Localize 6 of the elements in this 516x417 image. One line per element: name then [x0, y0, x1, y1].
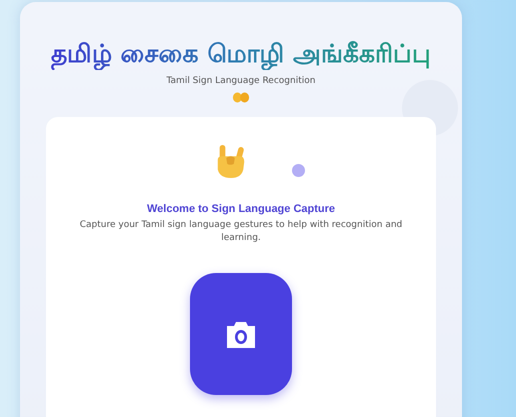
decoration-dot [292, 164, 304, 177]
camera-button[interactable] [190, 273, 292, 395]
app-title: தமிழ் சைகை மொழி அங்கீகரிப்பு [50, 38, 432, 70]
app-subtitle: Tamil Sign Language Recognition [166, 76, 316, 86]
capture-heading: Welcome to Sign Language Capture [146, 203, 336, 215]
capture-description: Capture your Tamil sign language gestures to help with recognition and learning. [78, 219, 404, 245]
